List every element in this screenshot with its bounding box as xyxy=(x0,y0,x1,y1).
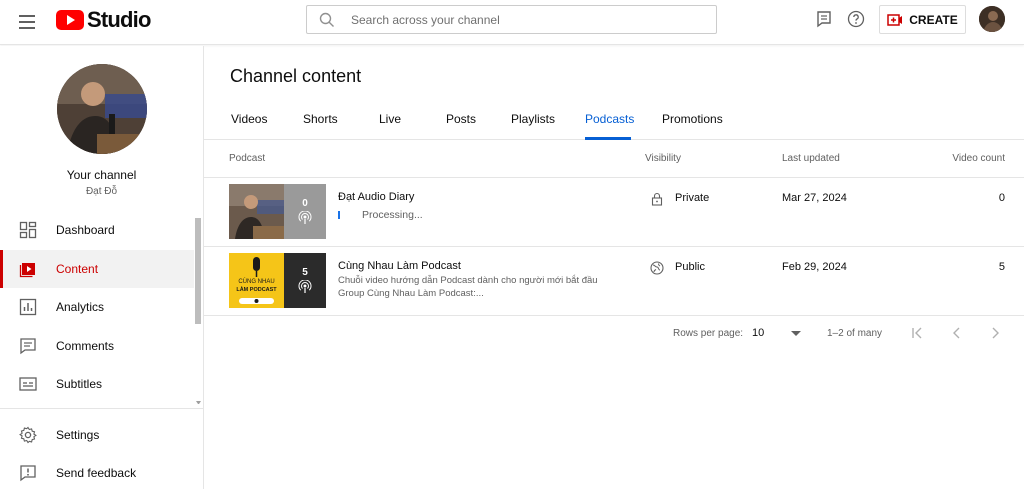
tab-live[interactable]: Live xyxy=(379,112,401,140)
tab-playlists[interactable]: Playlists xyxy=(511,112,555,140)
sidebar-item-settings[interactable]: Settings xyxy=(0,416,194,454)
sidebar-item-send-feedback[interactable]: Send feedback xyxy=(0,454,194,489)
sidebar-item-label: Comments xyxy=(56,339,115,353)
podcast-description-line: Group Cùng Nhau Làm Podcast:... xyxy=(338,288,484,299)
thumb-count: 5 xyxy=(302,267,308,278)
comments-icon xyxy=(20,338,36,355)
video-count: 5 xyxy=(998,261,1005,273)
sidebar-item-dashboard[interactable]: Dashboard xyxy=(0,211,194,249)
column-header-visibility[interactable]: Visibility xyxy=(645,153,681,164)
sidebar-item-comments[interactable]: Comments xyxy=(0,327,194,365)
sidebar-item-label: Dashboard xyxy=(56,223,115,237)
next-page-icon[interactable] xyxy=(987,325,1003,341)
first-page-icon[interactable] xyxy=(910,325,926,341)
feedback-icon[interactable] xyxy=(815,10,833,28)
settings-icon xyxy=(19,426,37,444)
dashboard-icon xyxy=(19,221,37,239)
sidebar-item-label: Content xyxy=(56,262,99,276)
podcast-thumbnail-image xyxy=(229,184,284,239)
column-header-last-updated[interactable]: Last updated xyxy=(782,153,840,164)
top-header: Studio CREATE xyxy=(0,0,1024,45)
globe-icon xyxy=(650,261,664,275)
menu-icon[interactable] xyxy=(18,12,38,32)
studio-logo[interactable]: Studio xyxy=(56,7,151,32)
create-icon xyxy=(887,13,903,26)
tab-podcasts[interactable]: Podcasts xyxy=(585,112,634,140)
podcast-description: Chuỗi video hướng dẫn Podcast dành cho n… xyxy=(338,274,628,300)
create-label: CREATE xyxy=(909,12,958,27)
video-count: 0 xyxy=(998,192,1005,204)
avatar-photo xyxy=(979,6,1005,32)
podcast-description-line: Chuỗi video hướng dẫn Podcast dành cho n… xyxy=(338,275,598,286)
feedback-icon xyxy=(20,465,36,482)
sidebar-item-subtitles[interactable]: Subtitles xyxy=(0,365,194,403)
search-input[interactable] xyxy=(351,12,691,27)
channel-name: Đạt Đỗ xyxy=(85,186,118,197)
podcast-icon xyxy=(298,211,312,224)
podcast-thumbnail[interactable]: 0 xyxy=(229,184,326,239)
podcast-thumbnail-image: CÙNG NHAU LÀM PODCAST xyxy=(229,253,284,308)
podcast-video-count-overlay: 5 xyxy=(284,253,326,308)
podcast-video-count-overlay: 0 xyxy=(284,184,326,239)
content-icon xyxy=(19,263,35,278)
rows-per-page-select[interactable]: 10 xyxy=(752,327,764,339)
thumbnail-text-line2: LÀM PODCAST xyxy=(236,287,277,293)
chevron-down-icon[interactable] xyxy=(791,331,801,336)
active-tab-indicator xyxy=(585,137,631,140)
create-button[interactable]: CREATE xyxy=(879,5,966,34)
podcast-icon xyxy=(298,280,312,293)
pagination: Rows per page: 10 1–2 of many xyxy=(204,316,1024,352)
table-row[interactable]: CÙNG NHAU LÀM PODCAST 5 Cùng Nhau Làm Po… xyxy=(204,247,1024,315)
column-header-video-count[interactable]: Video count xyxy=(952,153,1005,164)
youtube-play-icon xyxy=(56,10,84,30)
column-header-podcast: Podcast xyxy=(229,153,266,164)
thumbnail-text-line1: CÙNG NHAU xyxy=(238,279,275,285)
search-icon xyxy=(319,12,334,27)
avatar[interactable] xyxy=(979,6,1005,32)
sidebar-item-label: Send feedback xyxy=(56,466,137,480)
table-row[interactable]: 0 Đạt Audio Diary Processing... Private … xyxy=(204,178,1024,246)
processing-progress-bar xyxy=(338,211,340,219)
last-updated-date: Feb 29, 2024 xyxy=(782,261,847,273)
subtitles-icon xyxy=(19,377,37,391)
previous-page-icon[interactable] xyxy=(949,325,965,341)
last-updated-date: Mar 27, 2024 xyxy=(782,192,847,204)
podcast-title[interactable]: Đạt Audio Diary xyxy=(338,191,414,203)
content-tabs: Videos Shorts Live Posts Playlists Podca… xyxy=(204,104,1024,140)
tab-posts[interactable]: Posts xyxy=(446,112,476,140)
tab-videos[interactable]: Videos xyxy=(231,112,267,140)
visibility-status[interactable]: Public xyxy=(675,261,705,273)
sidebar-item-label: Settings xyxy=(56,428,100,442)
sidebar-scrollbar[interactable] xyxy=(195,218,201,324)
search-box[interactable] xyxy=(306,5,717,34)
thumb-count: 0 xyxy=(302,198,308,209)
podcast-title[interactable]: Cùng Nhau Làm Podcast xyxy=(338,260,461,272)
sidebar-divider xyxy=(0,408,203,409)
visibility-status[interactable]: Private xyxy=(675,192,709,204)
help-icon[interactable] xyxy=(847,10,865,28)
sidebar-item-label: Subtitles xyxy=(56,377,103,391)
your-channel-label: Your channel xyxy=(66,168,137,182)
analytics-icon xyxy=(19,298,37,316)
rows-per-page-label: Rows per page: xyxy=(673,328,744,339)
channel-avatar[interactable] xyxy=(57,64,147,154)
main-content: Channel content Videos Shorts Live Posts… xyxy=(204,46,1024,489)
logo-text: Studio xyxy=(87,7,151,32)
lock-icon xyxy=(651,192,663,206)
sidebar-item-content[interactable]: Content xyxy=(0,250,194,288)
tab-shorts[interactable]: Shorts xyxy=(303,112,338,140)
tab-promotions[interactable]: Promotions xyxy=(662,112,723,140)
channel-avatar-photo xyxy=(57,64,147,154)
scroll-down-arrow-icon[interactable] xyxy=(196,401,201,404)
sidebar-item-label: Analytics xyxy=(56,300,105,314)
sidebar-item-analytics[interactable]: Analytics xyxy=(0,288,194,326)
page-title: Channel content xyxy=(230,66,362,86)
pagination-range: 1–2 of many xyxy=(827,328,883,339)
processing-status: Processing... xyxy=(362,209,423,221)
sidebar: Your channel Đạt Đỗ Dashboard Content An… xyxy=(0,46,204,489)
podcast-thumbnail[interactable]: CÙNG NHAU LÀM PODCAST 5 xyxy=(229,253,326,308)
